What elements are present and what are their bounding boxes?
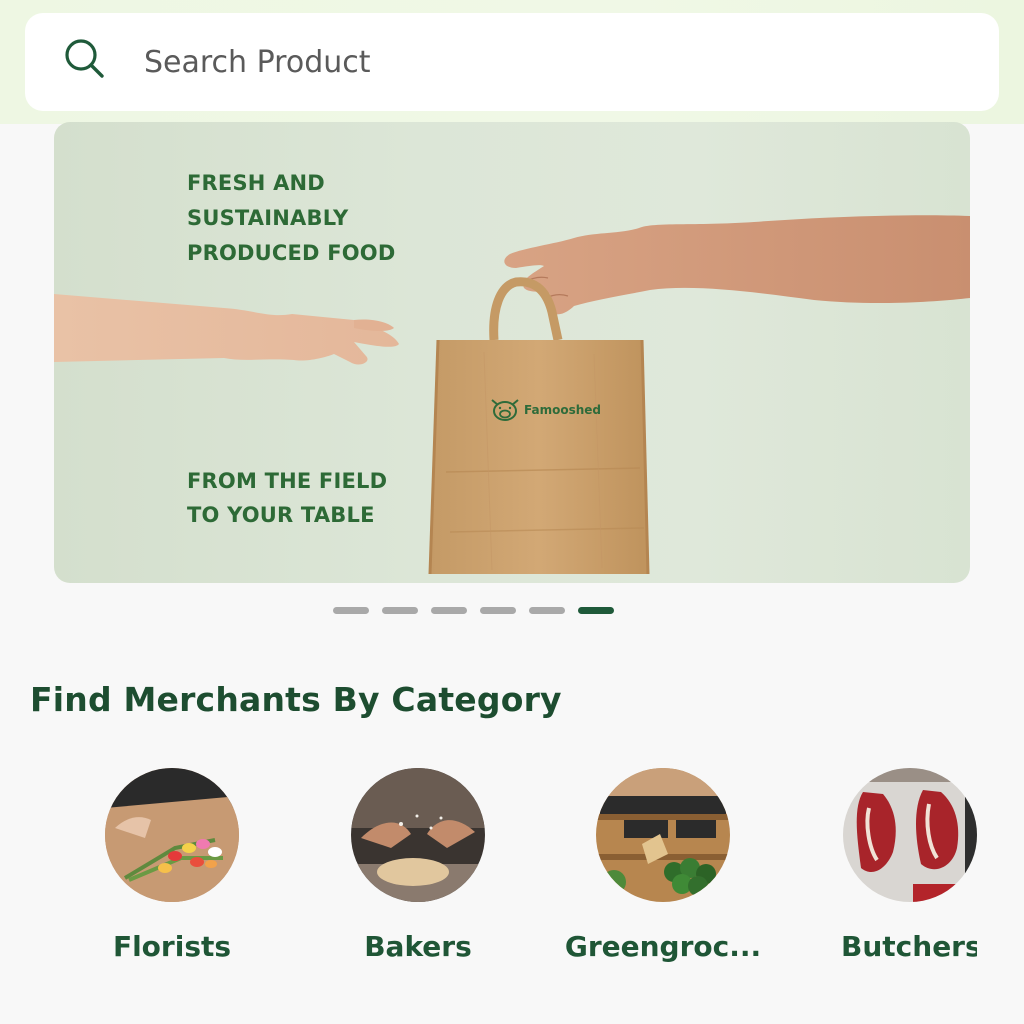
- headline-line: PRODUCED FOOD: [187, 241, 396, 265]
- category-butchers[interactable]: Butchers: [809, 768, 979, 963]
- famooshed-logo: Famooshed: [488, 396, 601, 424]
- headline-line: FRESH AND: [187, 171, 325, 195]
- carousel-indicator: [333, 607, 614, 614]
- carousel-dot[interactable]: [529, 607, 565, 614]
- category-label: Florists: [112, 930, 232, 963]
- carousel-dot[interactable]: [480, 607, 516, 614]
- florists-image: [105, 768, 239, 902]
- tagline-line: FROM THE FIELD: [187, 469, 388, 493]
- search-icon[interactable]: [62, 36, 106, 80]
- category-greengrocers[interactable]: Greengroc...: [563, 768, 763, 963]
- banner-tagline: FROM THE FIELD TO YOUR TABLE: [187, 464, 387, 532]
- carousel-dot[interactable]: [333, 607, 369, 614]
- section-title: Find Merchants By Category: [30, 680, 562, 719]
- home-screen: FRESH AND SUSTAINABLY PRODUCED FOOD FROM…: [0, 0, 1024, 1024]
- search-input[interactable]: [144, 42, 904, 82]
- butchers-image: [843, 768, 977, 902]
- category-label: Bakers: [364, 930, 472, 963]
- category-label: Butchers: [841, 930, 977, 963]
- promo-banner[interactable]: FRESH AND SUSTAINABLY PRODUCED FOOD FROM…: [54, 122, 970, 583]
- tagline-line: TO YOUR TABLE: [187, 503, 375, 527]
- carousel-dot-active[interactable]: [578, 607, 614, 614]
- pig-logo-icon: [491, 399, 519, 421]
- category-florists[interactable]: Florists: [72, 768, 272, 963]
- category-bakers[interactable]: Bakers: [318, 768, 518, 963]
- category-label: Greengroc...: [564, 930, 762, 963]
- headline-line: SUSTAINABLY: [187, 206, 349, 230]
- banner-headline: FRESH AND SUSTAINABLY PRODUCED FOOD: [187, 166, 395, 271]
- carousel-dot[interactable]: [382, 607, 418, 614]
- carousel-dot[interactable]: [431, 607, 467, 614]
- bakers-image: [351, 768, 485, 902]
- search-bar[interactable]: [25, 13, 999, 111]
- brand-name: Famooshed: [524, 403, 601, 417]
- greengrocers-image: [596, 768, 730, 902]
